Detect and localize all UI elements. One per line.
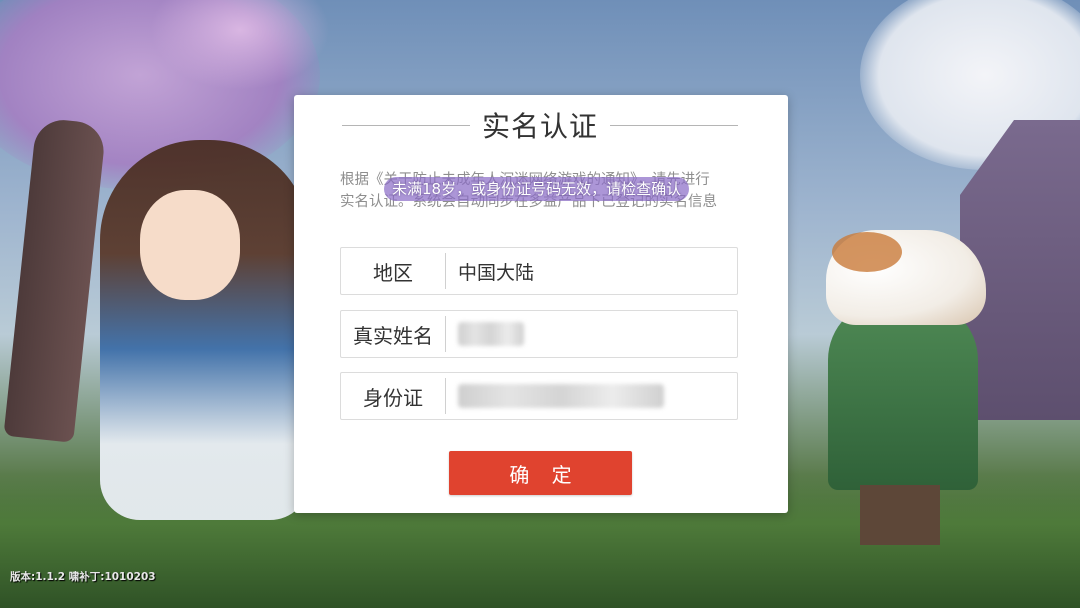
real-name-label: 真实姓名 <box>353 323 433 348</box>
blurred-id-value <box>458 384 664 408</box>
id-card-field[interactable]: 身份证 <box>340 372 738 420</box>
version-info: 版本:1.1.2 啸补丁:1010203 <box>10 571 156 583</box>
region-value[interactable]: 中国大陆 <box>446 258 737 285</box>
tree-trunk <box>3 117 107 443</box>
dialog-title: 实名认证 <box>482 110 599 143</box>
confirm-button[interactable]: 确 定 <box>449 451 632 495</box>
green-mailbox <box>828 300 978 490</box>
id-card-label: 身份证 <box>363 385 423 410</box>
error-toast: 未满18岁，或身份证号码无效，请检查确认 <box>384 177 690 201</box>
real-name-auth-dialog: 实名认证 根据《关于防止未成年人沉迷网络游戏的通知》，请先进行 实名认证。系统会… <box>294 95 788 513</box>
game-background: 实名认证 根据《关于防止未成年人沉迷网络游戏的通知》，请先进行 实名认证。系统会… <box>0 0 1080 608</box>
title-divider-right <box>610 124 739 126</box>
region-field[interactable]: 地区 中国大陆 <box>340 247 738 295</box>
dialog-header: 实名认证 <box>342 103 739 147</box>
real-name-field[interactable]: 真实姓名 <box>340 310 738 358</box>
real-name-input[interactable] <box>446 322 737 346</box>
anime-girl-face <box>140 190 240 300</box>
region-label: 地区 <box>373 260 413 285</box>
blurred-name-value <box>458 322 524 346</box>
cat-fur-patch <box>832 232 902 272</box>
mailbox-post <box>860 485 940 545</box>
title-divider-left <box>342 124 470 126</box>
id-card-input[interactable] <box>446 384 737 408</box>
